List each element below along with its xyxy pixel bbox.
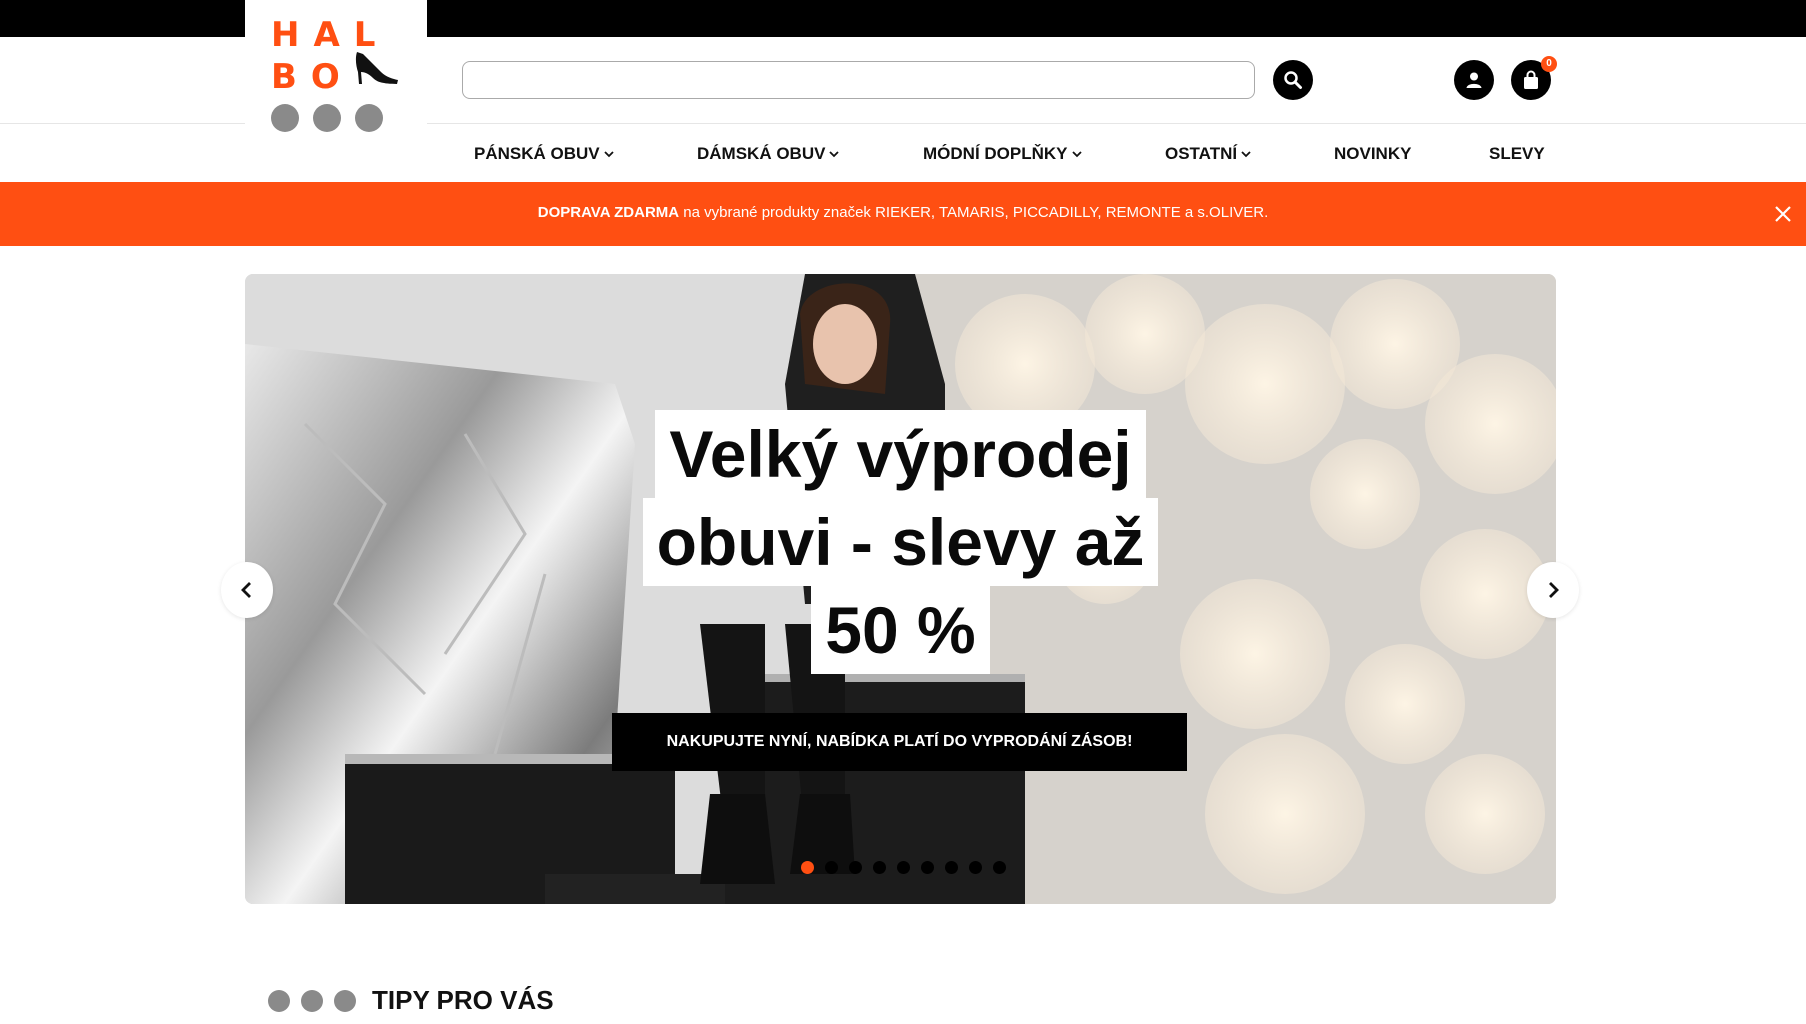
carousel-dot[interactable] [825,861,838,874]
logo-dot [313,104,341,132]
nav-item-slevy[interactable]: SLEVY [1489,144,1545,164]
close-icon[interactable] [1774,205,1792,223]
carousel-dot[interactable] [849,861,862,874]
carousel-prev-button[interactable] [221,562,273,618]
carousel-dot[interactable] [897,861,910,874]
carousel-dot[interactable] [945,861,958,874]
hero-headline-line: Velký výprodej [655,410,1146,498]
nav-item-label: NOVINKY [1334,144,1412,163]
hero-headline: Velký výprodej obuvi - slevy až 50 % [245,410,1556,674]
brand-logo[interactable]: HAL BO [245,0,427,150]
logo-dot [355,104,383,132]
search-input[interactable] [462,61,1255,99]
hero-cta-button[interactable]: NAKUPUJTE NYNÍ, NABÍDKA PLATÍ DO VYPRODÁ… [612,713,1187,771]
carousel-dot[interactable] [969,861,982,874]
carousel-dot[interactable] [993,861,1006,874]
nav-item-label: DÁMSKÁ OBUV [697,144,826,163]
nav-item-label: SLEVY [1489,144,1545,163]
nav-item-ostatni[interactable]: OSTATNÍ [1165,144,1251,164]
nav-item-label: MÓDNÍ DOPLŇKY [923,144,1068,163]
hero-carousel[interactable]: Velký výprodej obuvi - slevy až 50 % NAK… [245,274,1556,904]
section-dot [268,989,290,1012]
shopping-bag-icon [1524,70,1538,89]
promo-text: DOPRAVA ZDARMA na vybrané produkty znače… [0,204,1806,221]
section-dots [268,989,356,1012]
nav-item-modni-doplnky[interactable]: MÓDNÍ DOPLŇKY [923,144,1082,164]
cart-count-badge: 0 [1541,56,1557,72]
carousel-dot[interactable] [873,861,886,874]
search-button[interactable] [1273,60,1313,100]
high-heel-icon [355,52,398,84]
user-icon [1466,72,1482,88]
promo-banner: DOPRAVA ZDARMA na vybrané produkty znače… [0,182,1806,246]
nav-item-label: PÁNSKÁ OBUV [474,144,600,163]
logo-dots [271,104,383,132]
chevron-down-icon [603,151,614,158]
nav-item-novinky[interactable]: NOVINKY [1334,144,1411,164]
hero-headline-line: 50 % [811,586,990,674]
section-dot [334,989,356,1012]
carousel-dot[interactable] [801,861,814,874]
promo-bold-text: DOPRAVA ZDARMA [537,204,680,221]
chevron-left-icon [241,582,251,598]
carousel-dot[interactable] [921,861,934,874]
chevron-right-icon [1549,582,1559,598]
logo-dot [271,104,299,132]
hero-headline-line: obuvi - slevy až [642,498,1159,586]
search-icon [1284,71,1302,89]
chevron-down-icon [829,151,840,158]
chevron-down-icon [1071,151,1082,158]
account-button[interactable] [1454,60,1494,100]
carousel-next-button[interactable] [1527,562,1579,618]
chevron-down-icon [1241,151,1251,158]
section-title: TIPY PRO VÁS [372,985,554,1015]
nav-item-label: OSTATNÍ [1165,144,1238,163]
section-dot [301,989,323,1012]
nav-item-damska-obuv[interactable]: DÁMSKÁ OBUV [697,144,840,164]
nav-item-panska-obuv[interactable]: PÁNSKÁ OBUV [474,144,614,164]
tips-section-header: TIPY PRO VÁS [268,985,554,1016]
promo-detail-text: na vybrané produkty značek RIEKER, TAMAR… [679,204,1269,221]
carousel-pagination [801,861,1006,874]
